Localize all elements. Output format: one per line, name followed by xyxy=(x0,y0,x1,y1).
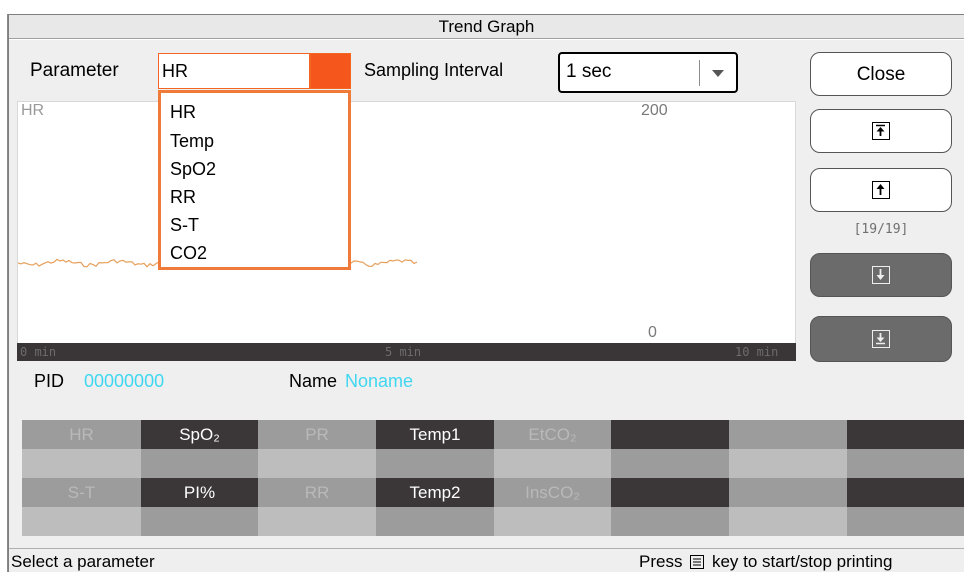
grid-cell-empty xyxy=(847,449,964,478)
grid-cell-hr[interactable]: HR xyxy=(22,420,141,449)
trend-graph: HR 200 0 xyxy=(17,101,796,361)
page-up-button[interactable] xyxy=(810,168,952,212)
grid-cell-empty xyxy=(729,449,847,478)
parameter-options-list: HR Temp SpO2 RR S-T CO2 xyxy=(158,90,351,270)
print-hint-prefix: Press xyxy=(639,552,683,571)
page-last-icon xyxy=(872,330,890,348)
printer-icon xyxy=(690,555,705,569)
sampling-interval-select[interactable]: 1 sec xyxy=(558,52,738,93)
option-rr[interactable]: RR xyxy=(170,186,196,208)
dropdown-divider xyxy=(699,60,700,86)
grid-cell-empty xyxy=(376,507,494,536)
name-label: Name xyxy=(289,371,338,391)
time-label-start: 0 min xyxy=(20,345,57,359)
last-page-button[interactable] xyxy=(810,316,952,362)
grid-cell-empty xyxy=(141,507,258,536)
name-value: Noname xyxy=(345,371,414,391)
page-down-icon xyxy=(872,266,890,284)
option-spo2[interactable]: SpO2 xyxy=(170,158,216,180)
grid-cell-pi[interactable]: PI% xyxy=(141,478,258,507)
grid-cell-empty xyxy=(847,478,964,507)
grid-cell-spo2[interactable]: SpO₂ xyxy=(141,420,258,449)
option-hr[interactable]: HR xyxy=(170,101,196,123)
option-temp[interactable]: Temp xyxy=(170,130,214,152)
grid-cell-empty xyxy=(376,449,494,478)
option-st[interactable]: S-T xyxy=(170,214,199,236)
page-first-icon xyxy=(872,122,890,140)
grid-cell-empty xyxy=(611,507,729,536)
grid-cell-empty xyxy=(729,478,847,507)
print-hint-suffix: key to start/stop printing xyxy=(711,552,893,571)
first-page-button[interactable] xyxy=(810,109,952,153)
grid-cell-empty xyxy=(729,420,847,449)
page-indicator: [19/19] xyxy=(853,222,909,237)
grid-cell-empty xyxy=(494,507,611,536)
page-up-icon xyxy=(872,181,890,199)
parameter-grid: HR SpO₂ PR Temp1 EtCO₂ S-T PI% RR Temp2 … xyxy=(22,420,964,536)
window-title: Trend Graph xyxy=(9,15,964,39)
option-co2[interactable]: CO2 xyxy=(170,242,207,264)
grid-cell-empty xyxy=(22,507,141,536)
close-button[interactable]: Close xyxy=(810,52,952,96)
chevron-down-icon[interactable] xyxy=(712,70,724,77)
pid-label: PID xyxy=(34,371,65,391)
grid-cell-empty xyxy=(847,507,964,536)
graph-param-label: HR xyxy=(21,102,45,119)
grid-cell-insco2[interactable]: InsCO₂ xyxy=(494,478,611,507)
grid-cell-empty xyxy=(847,420,964,449)
parameter-label: Parameter xyxy=(30,60,119,81)
grid-cell-empty xyxy=(22,449,141,478)
time-label-end: 10 min xyxy=(735,345,779,359)
grid-cell-empty xyxy=(611,449,729,478)
window-left-edge xyxy=(0,14,8,572)
pid-value: 00000000 xyxy=(84,371,165,391)
grid-cell-empty xyxy=(611,478,729,507)
grid-cell-st[interactable]: S-T xyxy=(22,478,141,507)
sampling-interval-label: Sampling Interval xyxy=(364,60,504,80)
grid-cell-etco2[interactable]: EtCO₂ xyxy=(494,420,611,449)
y-max-label: 200 xyxy=(641,102,668,119)
time-label-mid: 5 min xyxy=(385,345,422,359)
grid-cell-pr[interactable]: PR xyxy=(258,420,376,449)
grid-cell-empty xyxy=(258,449,376,478)
grid-cell-empty xyxy=(611,420,729,449)
status-bar: Select a parameter Press key to start/st… xyxy=(9,548,964,572)
parameter-select[interactable]: HR xyxy=(158,53,310,89)
parameter-dropdown-button[interactable] xyxy=(310,53,351,89)
y-min-label: 0 xyxy=(648,324,657,341)
page-down-button[interactable] xyxy=(810,253,952,297)
time-axis: 0 min 5 min 10 min xyxy=(17,343,796,361)
grid-cell-empty xyxy=(494,449,611,478)
grid-cell-temp2[interactable]: Temp2 xyxy=(376,478,494,507)
sampling-interval-value: 1 sec xyxy=(566,61,612,82)
grid-cell-temp1[interactable]: Temp1 xyxy=(376,420,494,449)
grid-cell-empty xyxy=(141,449,258,478)
grid-cell-empty xyxy=(729,507,847,536)
status-message: Select a parameter xyxy=(11,552,155,571)
grid-cell-empty xyxy=(258,507,376,536)
grid-cell-rr[interactable]: RR xyxy=(258,478,376,507)
print-hint: Press key to start/stop printing xyxy=(639,552,892,572)
